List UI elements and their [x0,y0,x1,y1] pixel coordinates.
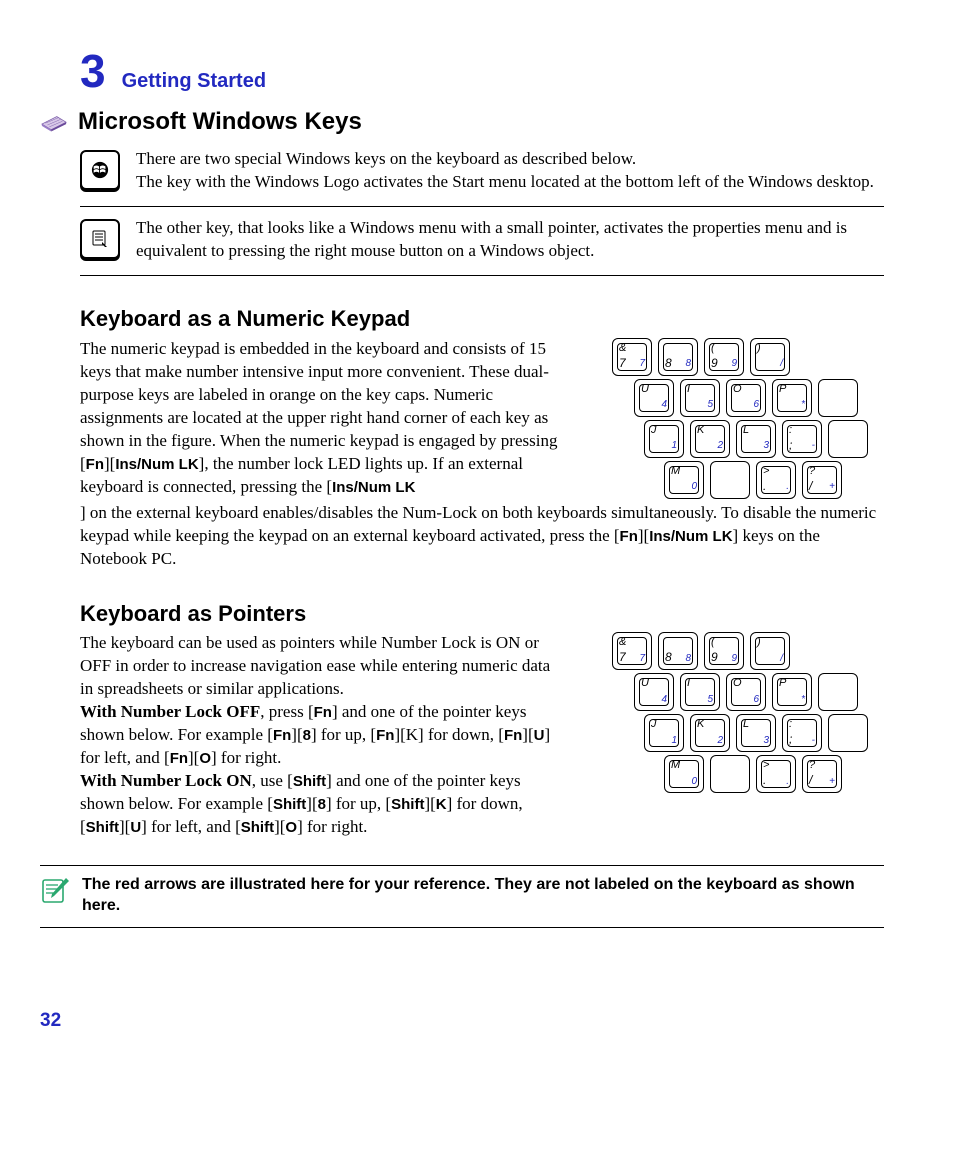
keypad-key: P* [772,379,812,417]
pointers-paragraph-3: With Number Lock ON, use [Shift] and one… [80,770,564,839]
keypad-key: I5 [680,673,720,711]
info-text-1b: The key with the Windows Logo activates … [136,171,884,194]
subsection-pointers-title: Keyboard as Pointers [80,599,884,629]
chapter-header: 3 Getting Started [80,40,884,102]
keypad-key [828,714,868,752]
keypad-key: L3 [736,714,776,752]
subsection-numeric-title: Keyboard as a Numeric Keypad [80,304,884,334]
section-title: Microsoft Windows Keys [78,106,362,138]
info-windows-key: There are two special Windows keys on th… [80,138,884,207]
keypad-key: >.. [756,461,796,499]
keypad-key: I5 [680,379,720,417]
keypad-key: O6 [726,379,766,417]
keypad-key [710,755,750,793]
windows-logo-key-icon [80,150,120,190]
keypad-key: J1 [644,714,684,752]
keypad-figure-pointers: &7788(99)/ U4I5O6P* J1K2L3:;- M0 >..?/+ [584,632,884,793]
keypad-key: M0 [664,461,704,499]
keypad-key: U4 [634,673,674,711]
numeric-paragraph: The numeric keypad is embedded in the ke… [80,338,564,499]
keypad-key: M0 [664,755,704,793]
pointers-paragraph-2: With Number Lock OFF, press [Fn] and one… [80,701,564,770]
keypad-key: ?/+ [802,461,842,499]
keypad-key: >.. [756,755,796,793]
keypad-key: )/ [750,632,790,670]
keypad-key [828,420,868,458]
page-number: 32 [40,1008,884,1034]
keyboard-3d-icon [40,111,68,133]
chapter-title: Getting Started [122,68,266,95]
keypad-key: U4 [634,379,674,417]
keypad-key: (99 [704,632,744,670]
chapter-number: 3 [80,40,106,102]
keypad-key: J1 [644,420,684,458]
keypad-key [710,461,750,499]
numeric-paragraph-cont: ] on the external keyboard enables/disab… [80,502,884,571]
info-menu-key: The other key, that looks like a Windows… [80,207,884,276]
keypad-key: :;- [782,714,822,752]
keypad-key: &77 [612,338,652,376]
info-text-2: The other key, that looks like a Windows… [136,217,884,263]
note-block: The red arrows are illustrated here for … [40,865,884,928]
keypad-key [818,673,858,711]
keypad-key: 88 [658,338,698,376]
pointers-paragraph-1: The keyboard can be used as pointers whi… [80,632,564,701]
keypad-key: )/ [750,338,790,376]
keypad-key: K2 [690,420,730,458]
keypad-key: (99 [704,338,744,376]
info-text-1a: There are two special Windows keys on th… [136,148,884,171]
section-header: Microsoft Windows Keys [40,106,884,138]
note-text: The red arrows are illustrated here for … [82,874,884,917]
keypad-key: 88 [658,632,698,670]
note-pencil-icon [40,874,70,913]
keypad-key: L3 [736,420,776,458]
keypad-key: P* [772,673,812,711]
keypad-key: ?/+ [802,755,842,793]
keypad-key: &77 [612,632,652,670]
keypad-key: O6 [726,673,766,711]
keypad-key [818,379,858,417]
menu-key-icon [80,219,120,259]
keypad-figure-numeric: &7788(99)/ U4I5O6P* J1K2L3:;- M0 >..?/+ [584,338,884,499]
keypad-key: :;- [782,420,822,458]
keypad-key: K2 [690,714,730,752]
